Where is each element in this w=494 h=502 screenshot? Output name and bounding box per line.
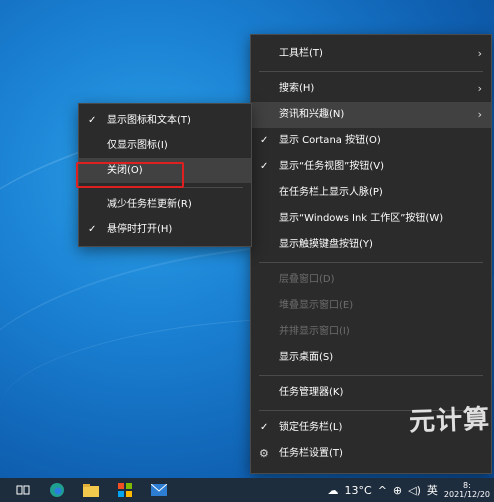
menu-item-label: 任务管理器(K) — [279, 387, 344, 398]
menu-item-label: 显示 Cortana 按钮(O) — [279, 135, 381, 146]
menu-item-cascade-windows: 层叠窗口(D) — [251, 267, 491, 293]
menu-item-stack-windows: 堆叠显示窗口(E) — [251, 293, 491, 319]
store-icon[interactable] — [114, 481, 136, 499]
menu-item-show-desktop[interactable]: 显示桌面(S) — [251, 345, 491, 371]
menu-separator — [259, 262, 483, 263]
menu-separator — [259, 71, 483, 72]
menu-item-label: 显示图标和文本(T) — [107, 115, 191, 126]
menu-item-toolbars[interactable]: 工具栏(T) › — [251, 41, 491, 67]
checkmark-icon: ✓ — [260, 135, 269, 146]
menu-item-show-touch-keyboard[interactable]: 显示触摸键盘按钮(Y) — [251, 232, 491, 258]
system-tray: ☁ 13°C ^ ⊕ ◁) 英 8: 2021/12/20 — [328, 478, 494, 502]
menu-item-taskbar-settings[interactable]: ⚙ 任务栏设置(T) — [251, 441, 491, 467]
menu-item-label: 悬停时打开(H) — [107, 224, 173, 235]
menu-item-label: 资讯和兴趣(N) — [279, 109, 345, 120]
menu-item-label: 显示桌面(S) — [279, 352, 334, 363]
volume-icon[interactable]: ◁) — [408, 484, 421, 497]
menu-item-label: 减少任务栏更新(R) — [107, 199, 192, 210]
menu-item-label: 工具栏(T) — [279, 48, 323, 59]
checkmark-icon: ✓ — [260, 422, 269, 433]
file-explorer-icon[interactable] — [80, 481, 102, 499]
chevron-right-icon: › — [477, 82, 482, 95]
network-icon[interactable]: ⊕ — [393, 484, 402, 497]
task-view-icon[interactable] — [12, 481, 34, 499]
menu-item-label: 显示“任务视图”按钮(V) — [279, 161, 385, 172]
submenu-item-show-icon-only[interactable]: 仅显示图标(I) — [79, 133, 251, 158]
watermark: 元计算 — [408, 404, 491, 438]
clock-date: 2021/12/20 — [443, 490, 490, 499]
menu-item-label: 显示触摸键盘按钮(Y) — [279, 239, 373, 250]
menu-item-label: 任务栏设置(T) — [279, 448, 343, 459]
checkmark-icon: ✓ — [88, 115, 97, 126]
chevron-up-icon[interactable]: ^ — [378, 484, 387, 497]
menu-item-show-people[interactable]: 在任务栏上显示人脉(P) — [251, 180, 491, 206]
edge-icon[interactable] — [46, 481, 68, 499]
menu-separator — [259, 375, 483, 376]
weather-temperature[interactable]: 13°C — [345, 484, 372, 497]
chevron-right-icon: › — [477, 47, 482, 60]
clock-time: 8: — [463, 481, 471, 490]
menu-item-label: 锁定任务栏(L) — [279, 422, 343, 433]
menu-item-show-task-view[interactable]: ✓ 显示“任务视图”按钮(V) — [251, 154, 491, 180]
menu-item-news-interests[interactable]: 资讯和兴趣(N) › — [251, 102, 491, 128]
menu-item-label: 层叠窗口(D) — [279, 274, 335, 285]
menu-item-label: 在任务栏上显示人脉(P) — [279, 187, 383, 198]
weather-icon[interactable]: ☁ — [328, 484, 339, 497]
taskbar: ☁ 13°C ^ ⊕ ◁) 英 8: 2021/12/20 — [0, 478, 494, 502]
checkmark-icon: ✓ — [260, 161, 269, 172]
menu-item-side-by-side-windows: 并排显示窗口(I) — [251, 319, 491, 345]
submenu-item-reduce-updates[interactable]: 减少任务栏更新(R) — [79, 192, 251, 217]
menu-item-label: 堆叠显示窗口(E) — [279, 300, 354, 311]
annotation-highlight-box — [76, 162, 184, 188]
menu-item-show-windows-ink[interactable]: 显示“Windows Ink 工作区”按钮(W) — [251, 206, 491, 232]
menu-item-label: 显示“Windows Ink 工作区”按钮(W) — [279, 213, 444, 224]
mail-icon[interactable] — [148, 481, 170, 499]
clock[interactable]: 8: 2021/12/20 — [444, 481, 490, 499]
menu-item-label: 搜索(H) — [279, 83, 315, 94]
chevron-right-icon: › — [477, 108, 482, 121]
submenu-item-show-icon-text[interactable]: ✓ 显示图标和文本(T) — [79, 108, 251, 133]
menu-item-label: 并排显示窗口(I) — [279, 326, 350, 337]
checkmark-icon: ✓ — [88, 224, 97, 235]
ime-indicator[interactable]: 英 — [427, 482, 438, 498]
gear-icon: ⚙ — [259, 447, 269, 460]
submenu-item-open-on-hover[interactable]: ✓ 悬停时打开(H) — [79, 217, 251, 242]
menu-item-show-cortana[interactable]: ✓ 显示 Cortana 按钮(O) — [251, 128, 491, 154]
menu-item-label: 仅显示图标(I) — [107, 140, 168, 151]
menu-item-search[interactable]: 搜索(H) › — [251, 76, 491, 102]
